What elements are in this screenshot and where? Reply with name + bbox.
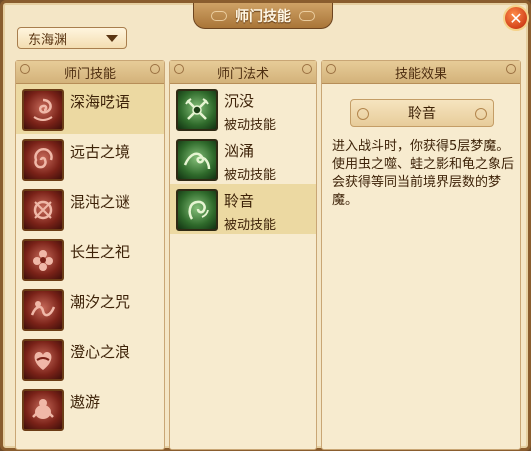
- school-skill-label: 澄心之浪: [70, 343, 131, 361]
- skill-effect-description: 进入战斗时，你获得5层梦魔。使用虫之噬、蛙之影和龟之象后会获得等同当前境界层数的…: [332, 139, 515, 208]
- skill-effect-title-plate: 聆音: [350, 99, 494, 127]
- school-skill-item[interactable]: 长生之祀: [16, 234, 164, 284]
- spell-type: 被动技能: [224, 218, 277, 233]
- school-skill-item[interactable]: 澄心之浪: [16, 334, 164, 384]
- school-skill-label: 遨游: [70, 393, 101, 411]
- skill-effect-title: 聆音: [408, 106, 436, 122]
- title-ornament-right-icon: [299, 10, 315, 21]
- spell-name: 聆音: [224, 192, 255, 210]
- spell-item[interactable]: 沉没 被动技能: [170, 84, 316, 134]
- plate-ornament-icon: [357, 108, 369, 120]
- school-dropdown-value: 东海渊: [28, 32, 68, 48]
- red-swirl-emblem-icon: [22, 89, 64, 131]
- header-ornament-icon: [506, 64, 516, 74]
- spell-item[interactable]: 聆音 被动技能: [170, 184, 316, 234]
- spell-name: 汹涌: [224, 142, 255, 160]
- skill-effect-header-label: 技能效果: [394, 66, 447, 82]
- school-skills-panel: 师门技能 深海呓语 远古之境 混沌之谜 长生之祀 潮汐之咒 澄心之浪 遨游: [15, 60, 165, 450]
- red-spiral-emblem-icon: [22, 139, 64, 181]
- school-skill-label: 潮汐之咒: [70, 293, 131, 311]
- red-knot-emblem-icon: [22, 189, 64, 231]
- school-skill-label: 深海呓语: [70, 93, 131, 111]
- close-button[interactable]: ✕: [503, 5, 529, 31]
- header-ornament-icon: [302, 64, 312, 74]
- skill-effect-panel: 技能效果 聆音 进入战斗时，你获得5层梦魔。使用虫之噬、蛙之影和龟之象后会获得等…: [321, 60, 521, 450]
- school-skill-item[interactable]: 潮汐之咒: [16, 284, 164, 334]
- chevron-down-icon: [106, 35, 118, 42]
- green-listening-icon: [176, 189, 218, 231]
- title-ornament-left-icon: [211, 10, 227, 21]
- school-spells-header-label: 师门法术: [216, 66, 269, 82]
- school-skill-label: 远古之境: [70, 143, 131, 161]
- red-flower-emblem-icon: [22, 239, 64, 281]
- school-skill-label: 混沌之谜: [70, 193, 131, 211]
- green-wave-icon: [176, 139, 218, 181]
- window-title-tab: 师门技能: [193, 3, 333, 29]
- school-skills-list: 深海呓语 远古之境 混沌之谜 长生之祀 潮汐之咒 澄心之浪 遨游: [16, 84, 164, 434]
- school-skills-header: 师门技能: [16, 61, 164, 84]
- spell-type: 被动技能: [224, 118, 277, 133]
- red-tide-emblem-icon: [22, 289, 64, 331]
- school-skill-item[interactable]: 深海呓语: [16, 84, 164, 134]
- school-skill-item[interactable]: 远古之境: [16, 134, 164, 184]
- header-ornament-icon: [150, 64, 160, 74]
- header-ornament-icon: [174, 64, 184, 74]
- skill-effect-header: 技能效果: [322, 61, 520, 84]
- green-crossed-tridents-icon: [176, 89, 218, 131]
- spell-name: 沉没: [224, 92, 255, 110]
- school-dropdown[interactable]: 东海渊: [17, 27, 127, 49]
- skill-window: 师门技能 ✕ 东海渊 师门技能 深海呓语 远古之境 混沌之谜 长生之祀 潮汐之咒…: [0, 0, 531, 451]
- header-ornament-icon: [326, 64, 336, 74]
- school-skill-label: 长生之祀: [70, 243, 131, 261]
- red-creature-emblem-icon: [22, 389, 64, 431]
- spell-text: 聆音 被动技能: [224, 190, 276, 233]
- close-icon: ✕: [509, 8, 523, 28]
- header-ornament-icon: [20, 64, 30, 74]
- school-spells-header: 师门法术: [170, 61, 316, 84]
- school-skill-item[interactable]: 混沌之谜: [16, 184, 164, 234]
- spell-text: 沉没 被动技能: [224, 90, 276, 133]
- spell-text: 汹涌 被动技能: [224, 140, 276, 183]
- school-skills-header-label: 师门技能: [63, 66, 116, 82]
- school-spells-list: 沉没 被动技能 汹涌 被动技能 聆音 被动技能: [170, 84, 316, 234]
- window-title: 师门技能: [235, 8, 291, 25]
- spell-type: 被动技能: [224, 168, 277, 183]
- plate-ornament-icon: [475, 108, 487, 120]
- red-heart-wave-icon: [22, 339, 64, 381]
- school-spells-panel: 师门法术 沉没 被动技能 汹涌 被动技能 聆音 被动技能: [169, 60, 317, 450]
- school-skill-item[interactable]: 遨游: [16, 384, 164, 434]
- spell-item[interactable]: 汹涌 被动技能: [170, 134, 316, 184]
